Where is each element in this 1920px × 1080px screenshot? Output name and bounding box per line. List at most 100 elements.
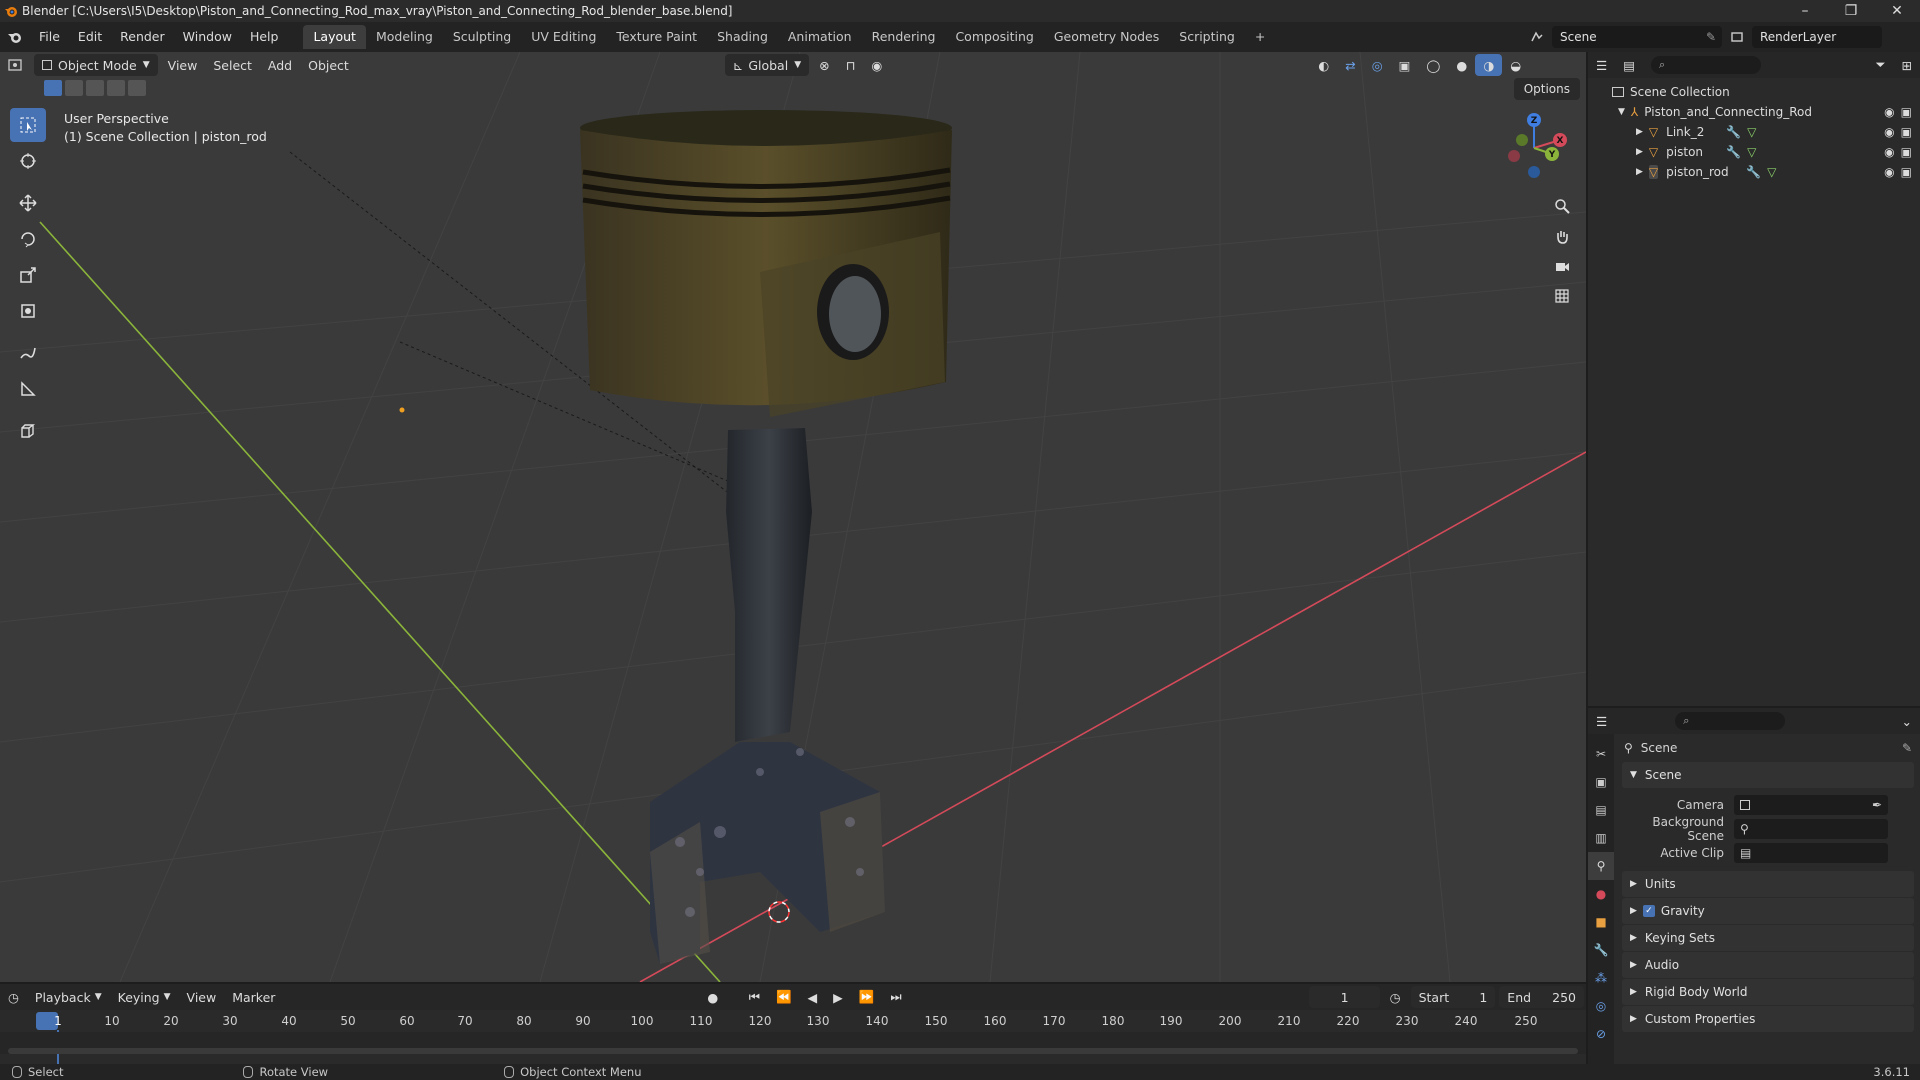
scene-selector-icon[interactable] [1526, 26, 1548, 48]
pin-icon[interactable]: ✎ [1902, 741, 1912, 755]
active-clip-field[interactable]: ▤ [1734, 843, 1888, 863]
camera-icon[interactable]: ▣ [1901, 125, 1912, 139]
pin-icon[interactable]: ✎ [1706, 30, 1716, 44]
tab-animation[interactable]: Animation [778, 25, 862, 49]
particles-tab-icon[interactable]: ⁂ [1588, 964, 1614, 992]
zoom-icon[interactable] [1548, 192, 1576, 220]
end-frame-field[interactable]: End 250 [1499, 986, 1584, 1008]
minimize-button[interactable]: – [1782, 0, 1828, 22]
gizmo-neg-y-icon[interactable] [1516, 134, 1528, 146]
ortho-grid-icon[interactable] [1548, 282, 1576, 310]
properties-editor-type-icon[interactable]: ☰ [1588, 710, 1615, 732]
eye-icon[interactable]: ◉ [1884, 165, 1894, 179]
preview-range-icon[interactable]: ◷ [1382, 986, 1409, 1008]
start-frame-field[interactable]: Start 1 [1410, 986, 1496, 1008]
outliner-editor-type-icon[interactable]: ☰ [1588, 54, 1615, 76]
new-collection-icon[interactable]: ⊞ [1894, 54, 1920, 76]
camera-icon[interactable]: ▣ [1901, 145, 1912, 159]
jump-keyframe-back-icon[interactable]: ⏪ [768, 986, 800, 1008]
tab-rendering[interactable]: Rendering [862, 25, 946, 49]
menu-view[interactable]: View [160, 54, 206, 76]
pivot-point-icon[interactable]: ⊗ [811, 54, 837, 76]
scale-tool-icon[interactable] [10, 258, 46, 292]
menu-keying[interactable]: Keying ▼ [110, 986, 179, 1008]
expand-right-icon[interactable]: ▶ [1636, 167, 1643, 177]
proportional-edit-icon[interactable]: ◉ [863, 54, 890, 76]
expand-right-icon[interactable]: ▶ [1636, 147, 1643, 157]
expand-down-icon[interactable]: ▼ [1618, 107, 1625, 117]
scene-tab-icon[interactable]: ⚲ [1588, 852, 1614, 880]
gravity-panel-header[interactable]: ▶ ✓ Gravity [1622, 898, 1914, 924]
gravity-checkbox[interactable]: ✓ [1642, 905, 1655, 917]
visibility-icon[interactable]: ◐ [1310, 54, 1337, 76]
menu-add[interactable]: Add [260, 54, 300, 76]
outliner-row-scene-collection[interactable]: Scene Collection [1588, 82, 1920, 102]
overlay-toggle-icon[interactable]: ◎ [1364, 54, 1391, 76]
menu-window[interactable]: Window [174, 25, 241, 49]
select-extend-icon[interactable] [65, 80, 83, 96]
object-tab-icon[interactable]: ■ [1588, 908, 1614, 936]
select-box-tool-icon[interactable] [10, 108, 46, 142]
cursor-tool-icon[interactable] [10, 144, 46, 178]
annotate-tool-icon[interactable] [10, 336, 46, 370]
eye-icon[interactable]: ◉ [1884, 105, 1894, 119]
outliner-row-collection[interactable]: ▼ ⅄ Piston_and_Connecting_Rod ◉ ▣ [1588, 102, 1920, 122]
mesh-data-icon[interactable]: ▽ [1747, 145, 1756, 159]
output-tab-icon[interactable]: ▤ [1588, 796, 1614, 824]
gizmo-neg-z-icon[interactable] [1528, 166, 1540, 178]
wireframe-shading-icon[interactable]: ◯ [1418, 54, 1448, 76]
camera-view-icon[interactable] [1548, 252, 1576, 280]
menu-timeline-view[interactable]: View [179, 986, 225, 1008]
menu-marker[interactable]: Marker [224, 986, 283, 1008]
units-panel-header[interactable]: ▶ Units [1622, 871, 1914, 897]
transform-tool-icon[interactable] [10, 294, 46, 328]
close-button[interactable]: ✕ [1874, 0, 1920, 22]
eye-icon[interactable]: ◉ [1884, 125, 1894, 139]
audio-panel-header[interactable]: ▶ Audio [1622, 952, 1914, 978]
eyedropper-icon[interactable]: ✒ [1872, 798, 1882, 812]
jump-end-icon[interactable]: ⏭ [882, 986, 909, 1008]
jump-start-icon[interactable]: ⏮ [741, 986, 768, 1008]
navigation-gizmo[interactable]: Z X Y [1500, 110, 1570, 183]
timeline-scrollbar[interactable] [8, 1048, 1578, 1054]
select-subtract-icon[interactable] [86, 80, 104, 96]
add-cube-tool-icon[interactable] [10, 414, 46, 448]
add-workspace-button[interactable]: + [1245, 25, 1275, 49]
scene-name-field[interactable]: Scene ✎ [1552, 26, 1722, 48]
tab-sculpting[interactable]: Sculpting [443, 25, 521, 49]
options-button[interactable]: Options [1513, 78, 1580, 100]
expand-right-icon[interactable]: ▶ [1636, 127, 1643, 137]
tab-layout[interactable]: Layout [303, 25, 366, 49]
play-icon[interactable]: ▶ [825, 986, 851, 1008]
move-tool-icon[interactable] [10, 186, 46, 220]
play-reverse-icon[interactable]: ◀ [800, 986, 826, 1008]
outliner-row-piston[interactable]: ▶ ▽ piston 🔧 ▽ ◉ ▣ [1588, 142, 1920, 162]
record-icon[interactable]: ● [699, 986, 726, 1008]
timeline-ruler[interactable]: 1 10 20 30 40 50 60 70 80 90 100 110 120… [0, 1012, 1586, 1064]
background-scene-field[interactable]: ⚲ [1734, 819, 1888, 839]
camera-icon[interactable]: ▣ [1901, 165, 1912, 179]
physics-tab-icon[interactable]: ◎ [1588, 992, 1614, 1020]
custom-properties-panel-header[interactable]: ▶ Custom Properties [1622, 1006, 1914, 1032]
menu-render[interactable]: Render [111, 25, 174, 49]
current-frame-field[interactable]: 1 [1309, 986, 1380, 1008]
outliner-search-input[interactable]: ⌕ [1651, 56, 1762, 74]
rigid-body-world-panel-header[interactable]: ▶ Rigid Body World [1622, 979, 1914, 1005]
modifier-wrench-icon[interactable]: 🔧 [1746, 165, 1761, 179]
display-mode-icon[interactable]: ▤ [1615, 54, 1643, 76]
camera-icon[interactable]: ▣ [1901, 105, 1912, 119]
eye-icon[interactable]: ◉ [1884, 145, 1894, 159]
menu-edit[interactable]: Edit [69, 25, 111, 49]
orientation-dropdown[interactable]: ⊾ Global ▼ [724, 54, 810, 76]
mesh-data-icon[interactable]: ▽ [1747, 125, 1756, 139]
editor-type-button[interactable] [0, 54, 32, 76]
view-layer-tab-icon[interactable]: ▥ [1588, 824, 1614, 852]
modifiers-tab-icon[interactable]: 🔧 [1588, 936, 1614, 964]
rotate-tool-icon[interactable] [10, 222, 46, 256]
outliner-row-link2[interactable]: ▶ ▽ Link_2 🔧 ▽ ◉ ▣ [1588, 122, 1920, 142]
menu-playback[interactable]: Playback ▼ [27, 986, 110, 1008]
menu-help[interactable]: Help [241, 25, 288, 49]
tab-scripting[interactable]: Scripting [1169, 25, 1245, 49]
select-invert-icon[interactable] [107, 80, 125, 96]
tab-uv-editing[interactable]: UV Editing [521, 25, 606, 49]
